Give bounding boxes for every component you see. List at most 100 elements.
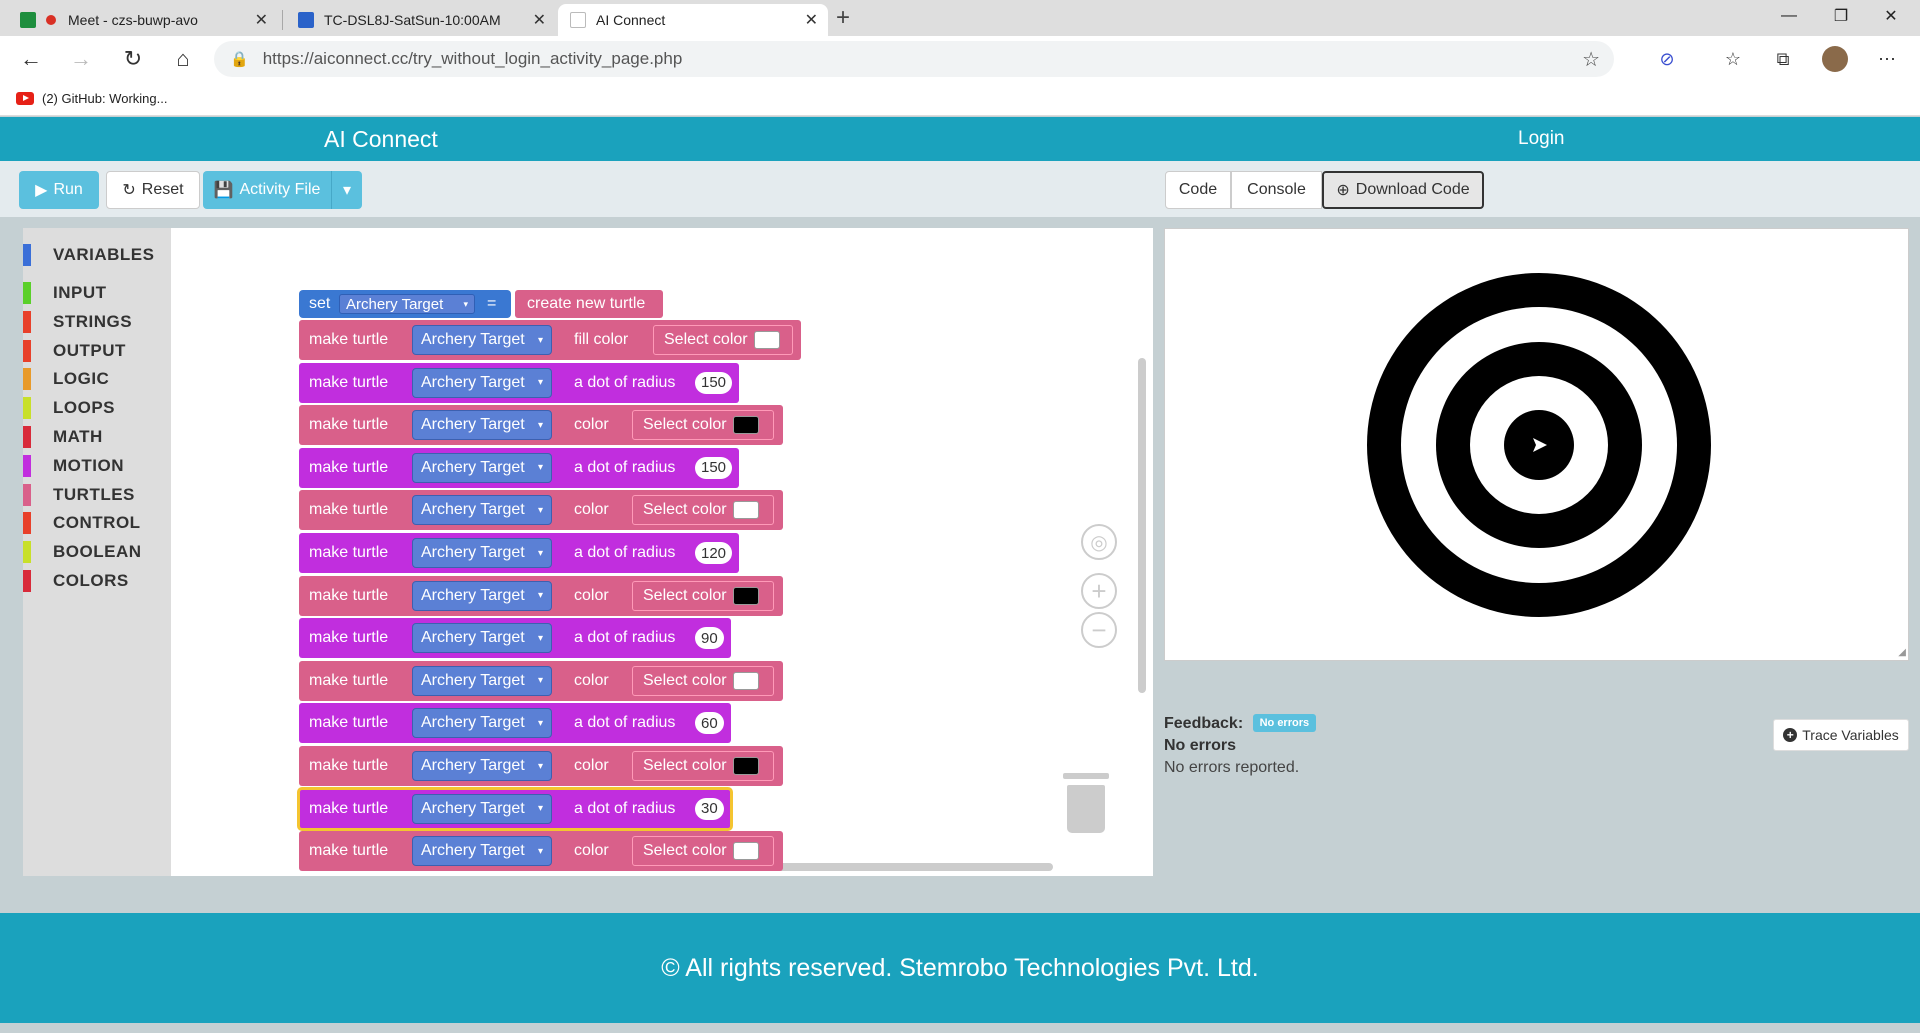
console-button[interactable]: Console	[1231, 171, 1322, 209]
home-icon[interactable]: ⌂	[168, 44, 198, 74]
collections-icon[interactable]: ⧉	[1770, 46, 1796, 72]
avatar[interactable]	[1822, 46, 1848, 72]
turtle-variable-dropdown[interactable]: Archery Target ▾	[412, 665, 552, 696]
star-icon[interactable]: ☆	[1582, 47, 1600, 72]
category-colors[interactable]: COLORS	[23, 568, 171, 594]
close-icon[interactable]: ✕	[255, 10, 268, 30]
color-picker[interactable]: Select color	[653, 325, 793, 355]
turtle-canvas	[1367, 273, 1711, 617]
turtle-variable-dropdown[interactable]: Archery Target ▾	[412, 751, 552, 781]
radius-input[interactable]: 150	[695, 456, 733, 479]
turtle-variable-dropdown[interactable]: Archery Target ▾	[412, 325, 552, 355]
turtle-variable-dropdown[interactable]: Archery Target ▾	[412, 623, 552, 654]
back-arrow-icon[interactable]: ←	[16, 44, 46, 74]
radius-input[interactable]: 30	[695, 797, 724, 820]
vertical-scrollbar[interactable]	[1138, 358, 1146, 693]
radius-input[interactable]: 90	[695, 627, 724, 650]
trace-variables-button[interactable]: + Trace Variables	[1773, 719, 1909, 751]
close-icon[interactable]: ✕	[805, 10, 818, 30]
new-tab-button[interactable]: +	[836, 4, 850, 32]
category-logic[interactable]: LOGIC	[23, 366, 171, 392]
color-picker[interactable]: Select color	[632, 410, 774, 441]
color-block[interactable]: make turtle Archery Target ▾ color Select co…	[299, 490, 783, 531]
close-icon[interactable]: ✕	[533, 10, 546, 30]
turtle-variable-dropdown[interactable]: Archery Target ▾	[412, 793, 552, 824]
blockly-workspace[interactable]: VARIABLES INPUT STRINGS OUTPUT LOGIC LOOPS MAT…	[23, 228, 1153, 876]
color-block[interactable]: make turtle Archery Target ▾ color Select co…	[299, 831, 783, 872]
forward-arrow-icon[interactable]: →	[66, 44, 96, 74]
color-block[interactable]: make turtle Archery Target ▾ color Select co…	[299, 746, 783, 786]
category-input[interactable]: INPUT	[23, 280, 171, 306]
close-window-button[interactable]: ✕	[1866, 0, 1916, 32]
color-picker[interactable]: Select color	[632, 751, 774, 781]
dot-block[interactable]: make turtle Archery Target ▾ a dot of radiu…	[299, 703, 731, 744]
activity-file-button[interactable]: 💾 Activity File	[203, 171, 331, 209]
category-motion[interactable]: MOTION	[23, 453, 171, 479]
category-output[interactable]: OUTPUT	[23, 338, 171, 364]
color-picker[interactable]: Select color	[632, 665, 774, 696]
category-loops[interactable]: LOOPS	[23, 395, 171, 421]
refresh-icon[interactable]: ↻	[118, 44, 148, 74]
chevron-down-icon: ▾	[537, 675, 543, 687]
create-turtle-block[interactable]: create new turtle	[515, 290, 663, 318]
recenter-icon[interactable]: ◎	[1081, 524, 1117, 560]
turtle-stage[interactable]: ◢	[1164, 228, 1909, 661]
reset-button[interactable]: ↻ Reset	[106, 171, 200, 209]
fill-color-block[interactable]: make turtle Archery Target ▾ fill color Sele…	[299, 320, 801, 360]
more-menu-icon[interactable]: ⋯	[1874, 46, 1900, 72]
select-color-label: Select color	[643, 586, 727, 604]
tab-ai-connect[interactable]: AI Connect ✕	[558, 4, 828, 36]
color-picker[interactable]: Select color	[632, 580, 774, 611]
download-code-button[interactable]: ⊕ Download Code	[1322, 171, 1484, 209]
color-block[interactable]: make turtle Archery Target ▾ color Select co…	[299, 660, 783, 701]
radius-input[interactable]: 60	[695, 712, 724, 735]
brand-title[interactable]: AI Connect	[324, 126, 438, 153]
turtle-variable-dropdown[interactable]: Archery Target ▾	[412, 836, 552, 867]
color-picker[interactable]: Select color	[632, 495, 774, 526]
dot-block[interactable]: make turtle Archery Target ▾ a dot of radiu…	[297, 786, 733, 831]
category-turtles[interactable]: TURTLES	[23, 482, 171, 508]
url-field[interactable]: 🔒 https://aiconnect.cc/try_without_login…	[214, 41, 1614, 77]
resize-handle-icon[interactable]: ◢	[1898, 647, 1906, 658]
dot-block[interactable]: make turtle Archery Target ▾ a dot of radiu…	[299, 618, 731, 659]
select-color-label: Select color	[664, 331, 748, 348]
turtle-variable-dropdown[interactable]: Archery Target ▾	[412, 708, 552, 739]
dot-block[interactable]: make turtle Archery Target ▾ a dot of radiu…	[299, 447, 739, 488]
radius-input[interactable]: 150	[695, 371, 733, 394]
login-link[interactable]: Login	[1518, 128, 1565, 150]
category-boolean[interactable]: BOOLEAN	[23, 539, 171, 565]
set-variable-block[interactable]: set Archery Target ▾ =	[299, 290, 511, 318]
restore-button[interactable]: ❐	[1816, 0, 1866, 32]
dot-block[interactable]: make turtle Archery Target ▾ a dot of radiu…	[299, 533, 739, 573]
activity-file-dropdown[interactable]: ▾	[331, 171, 362, 209]
category-strings[interactable]: STRINGS	[23, 309, 171, 335]
tab-meet[interactable]: Meet - czs-buwp-avo ✕	[8, 4, 278, 36]
category-control[interactable]: CONTROL	[23, 510, 171, 536]
trash-icon[interactable]	[1063, 773, 1109, 833]
zoom-in-button[interactable]: +	[1081, 573, 1117, 609]
zoom-out-button[interactable]: −	[1081, 612, 1117, 648]
bookmark-github[interactable]: (2) GitHub: Working...	[42, 91, 167, 106]
extension-icon[interactable]: ⊘	[1654, 46, 1680, 72]
turtle-variable-dropdown[interactable]: Archery Target ▾	[412, 410, 552, 441]
tab-classroom[interactable]: TC-DSL8J-SatSun-10:00AM ✕	[286, 4, 556, 36]
category-math[interactable]: MATH	[23, 424, 171, 450]
turtle-variable-dropdown[interactable]: Archery Target ▾	[412, 538, 552, 568]
color-block[interactable]: make turtle Archery Target ▾ color Select co…	[299, 405, 783, 446]
select-color-label: Select color	[643, 757, 727, 774]
turtle-variable-dropdown[interactable]: Archery Target ▾	[412, 580, 552, 611]
minimize-button[interactable]: —	[1764, 0, 1814, 32]
radius-input[interactable]: 120	[695, 542, 733, 564]
color-block[interactable]: make turtle Archery Target ▾ color Select co…	[299, 575, 783, 616]
category-variables[interactable]: VARIABLES	[23, 242, 171, 268]
dot-block[interactable]: make turtle Archery Target ▾ a dot of radiu…	[299, 362, 739, 403]
code-button[interactable]: Code	[1165, 171, 1231, 209]
turtle-variable-dropdown[interactable]: Archery Target ▾	[412, 495, 552, 526]
variable-dropdown[interactable]: Archery Target ▾	[339, 294, 475, 314]
color-picker[interactable]: Select color	[632, 836, 774, 867]
run-button[interactable]: ▶ Run	[19, 171, 99, 209]
favorites-icon[interactable]: ☆	[1720, 46, 1746, 72]
turtle-variable-dropdown[interactable]: Archery Target ▾	[412, 452, 552, 483]
turtle-variable-dropdown[interactable]: Archery Target ▾	[412, 367, 552, 398]
make-turtle-label: make turtle	[309, 501, 389, 519]
